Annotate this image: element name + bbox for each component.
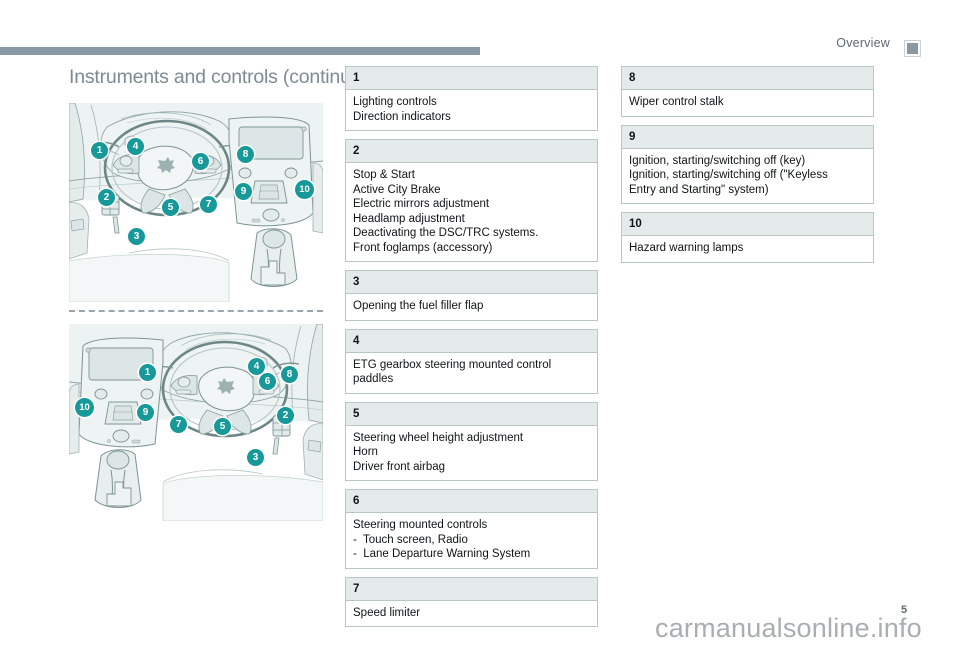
illustration-separator (69, 310, 323, 312)
illustration-badge-8: 8 (237, 146, 254, 163)
illustration2-badge-2: 2 (277, 407, 294, 424)
control-item: 7 Speed limiter (345, 576, 598, 627)
control-item-number: 10 (622, 213, 873, 236)
illustration2-badge-3: 3 (247, 449, 264, 466)
control-item-number: 5 (346, 402, 597, 426)
control-item-number: 1 (346, 67, 597, 90)
illustration2-badge-6: 6 (259, 373, 276, 390)
control-item-body: Lighting controls Direction indicators (346, 90, 597, 130)
control-item-line: Direction indicators (353, 110, 451, 123)
control-item: 9 Ignition, starting/switching off (key)… (621, 124, 874, 204)
control-item-body: ETG gearbox steering mounted control pad… (346, 352, 597, 393)
control-item-number: 6 (346, 490, 597, 513)
control-item-line: Headlamp adjustment (353, 212, 465, 225)
illustration-badge-3: 3 (128, 228, 145, 245)
control-list-column-middle: 1 Lighting controls Direction indicators… (345, 66, 598, 635)
control-item-line: Stop & Start (353, 169, 416, 181)
control-item-body: Steering wheel height adjustment Horn Dr… (346, 425, 597, 480)
control-item-line: - Touch screen, Radio (353, 533, 468, 546)
illustration-badge-4: 4 (127, 138, 144, 155)
control-item-number: 2 (346, 140, 597, 163)
control-item: 1 Lighting controls Direction indicators (345, 66, 598, 131)
control-item-body: Hazard warning lamps (622, 236, 873, 262)
illustration-badge-5: 5 (162, 199, 179, 216)
control-item: 3 Opening the fuel filler flap (345, 270, 598, 321)
control-item-line: paddles (353, 373, 394, 385)
control-list-column-right: 8 Wiper control stalk 9 Ignition, starti… (621, 66, 874, 271)
control-item: 10 Hazard warning lamps (621, 212, 874, 263)
illustration2-badge-1: 1 (139, 364, 156, 381)
control-item-line: Speed limiter (353, 606, 421, 619)
illustration-badge-6: 6 (192, 153, 209, 170)
illustration2-badge-8: 8 (281, 366, 298, 383)
header-rule-bar (0, 47, 480, 55)
illustration-badge-2: 2 (98, 189, 115, 206)
control-item-body: Stop & Start Active City Brake Electric … (346, 163, 597, 261)
control-item-line: Lighting controls (353, 96, 437, 108)
control-item-line: Active City Brake (353, 183, 441, 196)
control-item-line: Electric mirrors adjustment (353, 198, 490, 210)
control-item-body: Wiper control stalk (622, 90, 873, 116)
control-item-line: Steering wheel height adjustment (353, 431, 524, 444)
illustration-badge-10: 10 (295, 180, 314, 199)
control-item-line: Driver front airbag (353, 460, 446, 473)
site-watermark: carmanualsonline.info (655, 613, 922, 643)
page-title: Instruments and controls (continued) (69, 66, 379, 88)
dashboard-illustration-lhd: 1 2 3 4 5 6 7 8 9 10 (69, 103, 323, 302)
control-item-line: Deactivating the DSC/TRC systems. (353, 227, 539, 239)
control-item-line: Horn (353, 446, 378, 458)
illustration-badge-7: 7 (200, 196, 217, 213)
illustration2-badge-10: 10 (75, 398, 94, 417)
control-item: 2 Stop & Start Active City Brake Electri… (345, 139, 598, 262)
illustration-badge-1: 1 (91, 142, 108, 159)
control-item-number: 8 (622, 67, 873, 90)
control-item: 4 ETG gearbox steering mounted control p… (345, 328, 598, 394)
control-item-number: 9 (622, 125, 873, 149)
control-item-body: Ignition, starting/switching off (key) I… (622, 148, 873, 203)
control-item-number: 3 (346, 271, 597, 294)
control-item-line: ETG gearbox steering mounted control (353, 358, 552, 371)
control-item-line: Ignition, starting/switching off (key) (629, 154, 806, 167)
illustration2-badge-4: 4 (248, 358, 265, 375)
section-header-overview: Overview (836, 36, 890, 50)
control-item-line: Entry and Starting" system) (629, 183, 769, 196)
control-item-number: 7 (346, 577, 597, 601)
illustration2-badge-5: 5 (214, 418, 231, 435)
control-item-number: 4 (346, 329, 597, 353)
illustration2-badge-7: 7 (170, 416, 187, 433)
control-item-line: Hazard warning lamps (629, 242, 744, 254)
control-item-line: - Lane Departure Warning System (353, 548, 531, 560)
control-item-line: Ignition, starting/switching off ("Keyle… (629, 169, 828, 181)
illustration-badge-9: 9 (235, 183, 252, 200)
control-item-body: Speed limiter (346, 600, 597, 626)
control-item-line: Opening the fuel filler flap (353, 300, 484, 312)
illustration2-badge-9: 9 (137, 404, 154, 421)
control-item: 5 Steering wheel height adjustment Horn … (345, 401, 598, 481)
control-item-body: Steering mounted controls - Touch screen… (346, 513, 597, 568)
dashboard-illustration-rhd: 1 2 3 4 5 6 7 8 9 10 (69, 324, 323, 521)
control-item-line: Wiper control stalk (629, 96, 724, 108)
control-item-body: Opening the fuel filler flap (346, 294, 597, 320)
control-item-line: Steering mounted controls (353, 519, 488, 531)
control-item-line: Front foglamps (accessory) (353, 241, 493, 254)
control-item: 6 Steering mounted controls - Touch scre… (345, 489, 598, 569)
control-item: 8 Wiper control stalk (621, 66, 874, 117)
square-marker-icon (905, 41, 920, 56)
